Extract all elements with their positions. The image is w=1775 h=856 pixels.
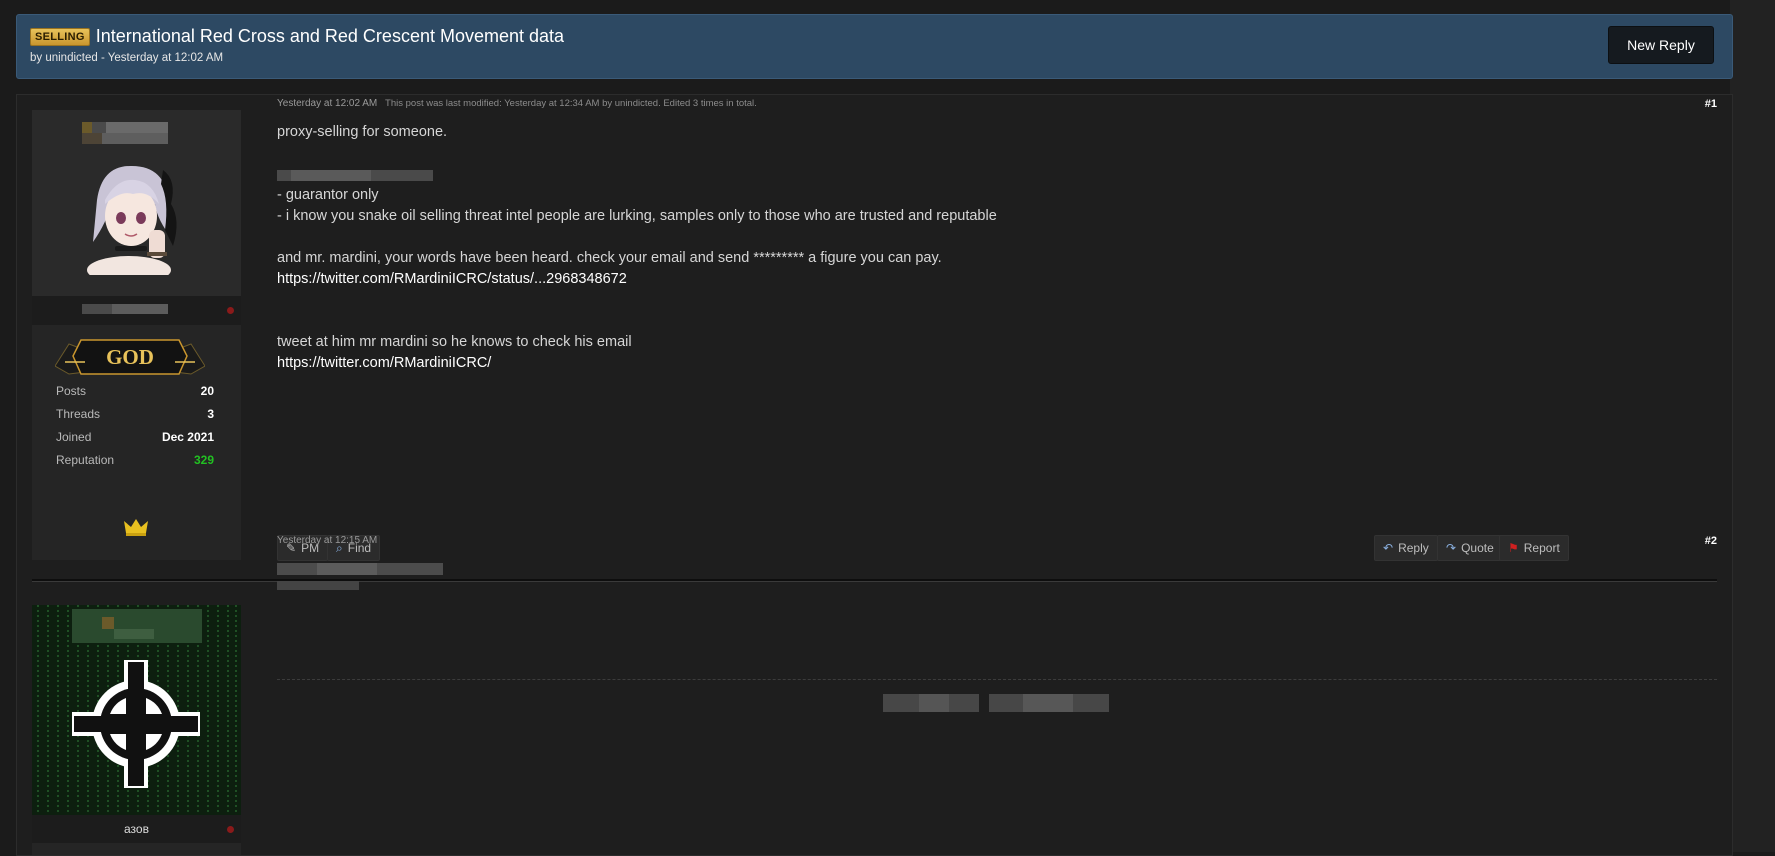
- post1-meta: Yesterday at 12:02 AM This post was last…: [277, 98, 1717, 109]
- new-reply-button[interactable]: New Reply: [1608, 26, 1714, 64]
- censored-block: [291, 170, 371, 181]
- post2-author-panel: азов: [32, 605, 241, 855]
- post-line: [277, 227, 997, 248]
- twitter-status-link[interactable]: https://twitter.com/RMardiniICRC/status/…: [277, 271, 627, 287]
- stat-value[interactable]: 3: [207, 407, 214, 430]
- post1-number[interactable]: #1: [1705, 98, 1717, 110]
- post1-body: Yesterday at 12:02 AM This post was last…: [277, 98, 1717, 568]
- stat-posts: Posts 20: [56, 384, 214, 407]
- stat-label: Reputation: [56, 453, 115, 467]
- stat-joined: Joined Dec 2021: [56, 430, 214, 453]
- post1-author-panel: GOD Posts 20 Threads 3 Joined Dec 2021 R…: [32, 110, 241, 560]
- post2-username[interactable]: азов: [32, 822, 241, 836]
- post-line-link: https://twitter.com/RMardiniICRC/: [277, 353, 997, 374]
- thread-title: International Red Cross and Red Crescent…: [95, 26, 565, 46]
- scrollbar-gutter[interactable]: [1730, 0, 1775, 852]
- post1-avatar-panel: [32, 110, 241, 318]
- stat-value: Dec 2021: [161, 430, 214, 444]
- post1-avatar-image[interactable]: [77, 160, 187, 275]
- post-line-censored: [277, 164, 997, 185]
- post-line: - guarantor only: [277, 187, 379, 203]
- crown-icon: [124, 519, 148, 536]
- celtic-cross-avatar[interactable]: [72, 660, 200, 788]
- post2-meta: Yesterday at 12:15 AM: [277, 535, 1717, 546]
- post2-avatar-panel: [32, 605, 241, 815]
- stat-reputation: Reputation 329: [56, 453, 214, 476]
- stat-label: Posts: [56, 384, 87, 398]
- rank-god-banner: GOD: [55, 339, 205, 375]
- rank-label: GOD: [106, 345, 154, 369]
- post1-user-stats: Posts 20 Threads 3 Joined Dec 2021 Reput…: [56, 384, 214, 476]
- post2-number[interactable]: #2: [1705, 535, 1717, 547]
- post-line: - i know you snake oil selling threat in…: [277, 208, 997, 224]
- post-line: tweet at him mr mardini so he knows to c…: [277, 334, 632, 350]
- post1-timestamp[interactable]: Yesterday at 12:02 AM: [277, 98, 377, 109]
- stat-label: Joined: [56, 430, 92, 444]
- signature-divider: [277, 679, 1717, 680]
- post1-usertitle-censored: [82, 304, 168, 314]
- thread-meta: by unindicted - Yesterday at 12:02 AM: [30, 52, 224, 64]
- post1-username-censored[interactable]: [82, 122, 178, 144]
- selling-badge: SELLING: [30, 27, 90, 46]
- post1-online-row: [32, 296, 241, 325]
- offline-status-dot: [227, 307, 234, 314]
- post-line: and mr. mardini, your words have been he…: [277, 250, 942, 266]
- thread-title-row: SELLING International Red Cross and Red …: [30, 26, 564, 47]
- post2-timestamp[interactable]: Yesterday at 12:15 AM: [277, 535, 377, 546]
- post2-online-row: азов: [32, 815, 241, 843]
- post2-content-censored: [277, 563, 447, 597]
- post2-username-censored[interactable]: [72, 609, 202, 643]
- offline-status-dot: [227, 826, 234, 833]
- post1-content: proxy-selling for someone. - guarantor o…: [277, 122, 997, 374]
- twitter-profile-link[interactable]: https://twitter.com/RMardiniICRC/: [277, 355, 491, 371]
- post-line: [277, 290, 997, 311]
- stat-threads: Threads 3: [56, 407, 214, 430]
- post1-modified-note: This post was last modified: Yesterday a…: [385, 98, 757, 109]
- post-line: [277, 311, 997, 332]
- stat-value[interactable]: 20: [201, 384, 214, 407]
- stat-value[interactable]: 329: [194, 453, 214, 476]
- post2-signature-censored: [883, 694, 1113, 712]
- posts-container: GOD Posts 20 Threads 3 Joined Dec 2021 R…: [16, 94, 1733, 856]
- post-line: [277, 143, 997, 164]
- post-line-link: https://twitter.com/RMardiniICRC/status/…: [277, 269, 997, 290]
- thread-header: SELLING International Red Cross and Red …: [16, 14, 1733, 79]
- post-line: proxy-selling for someone.: [277, 124, 448, 140]
- stat-label: Threads: [56, 407, 101, 421]
